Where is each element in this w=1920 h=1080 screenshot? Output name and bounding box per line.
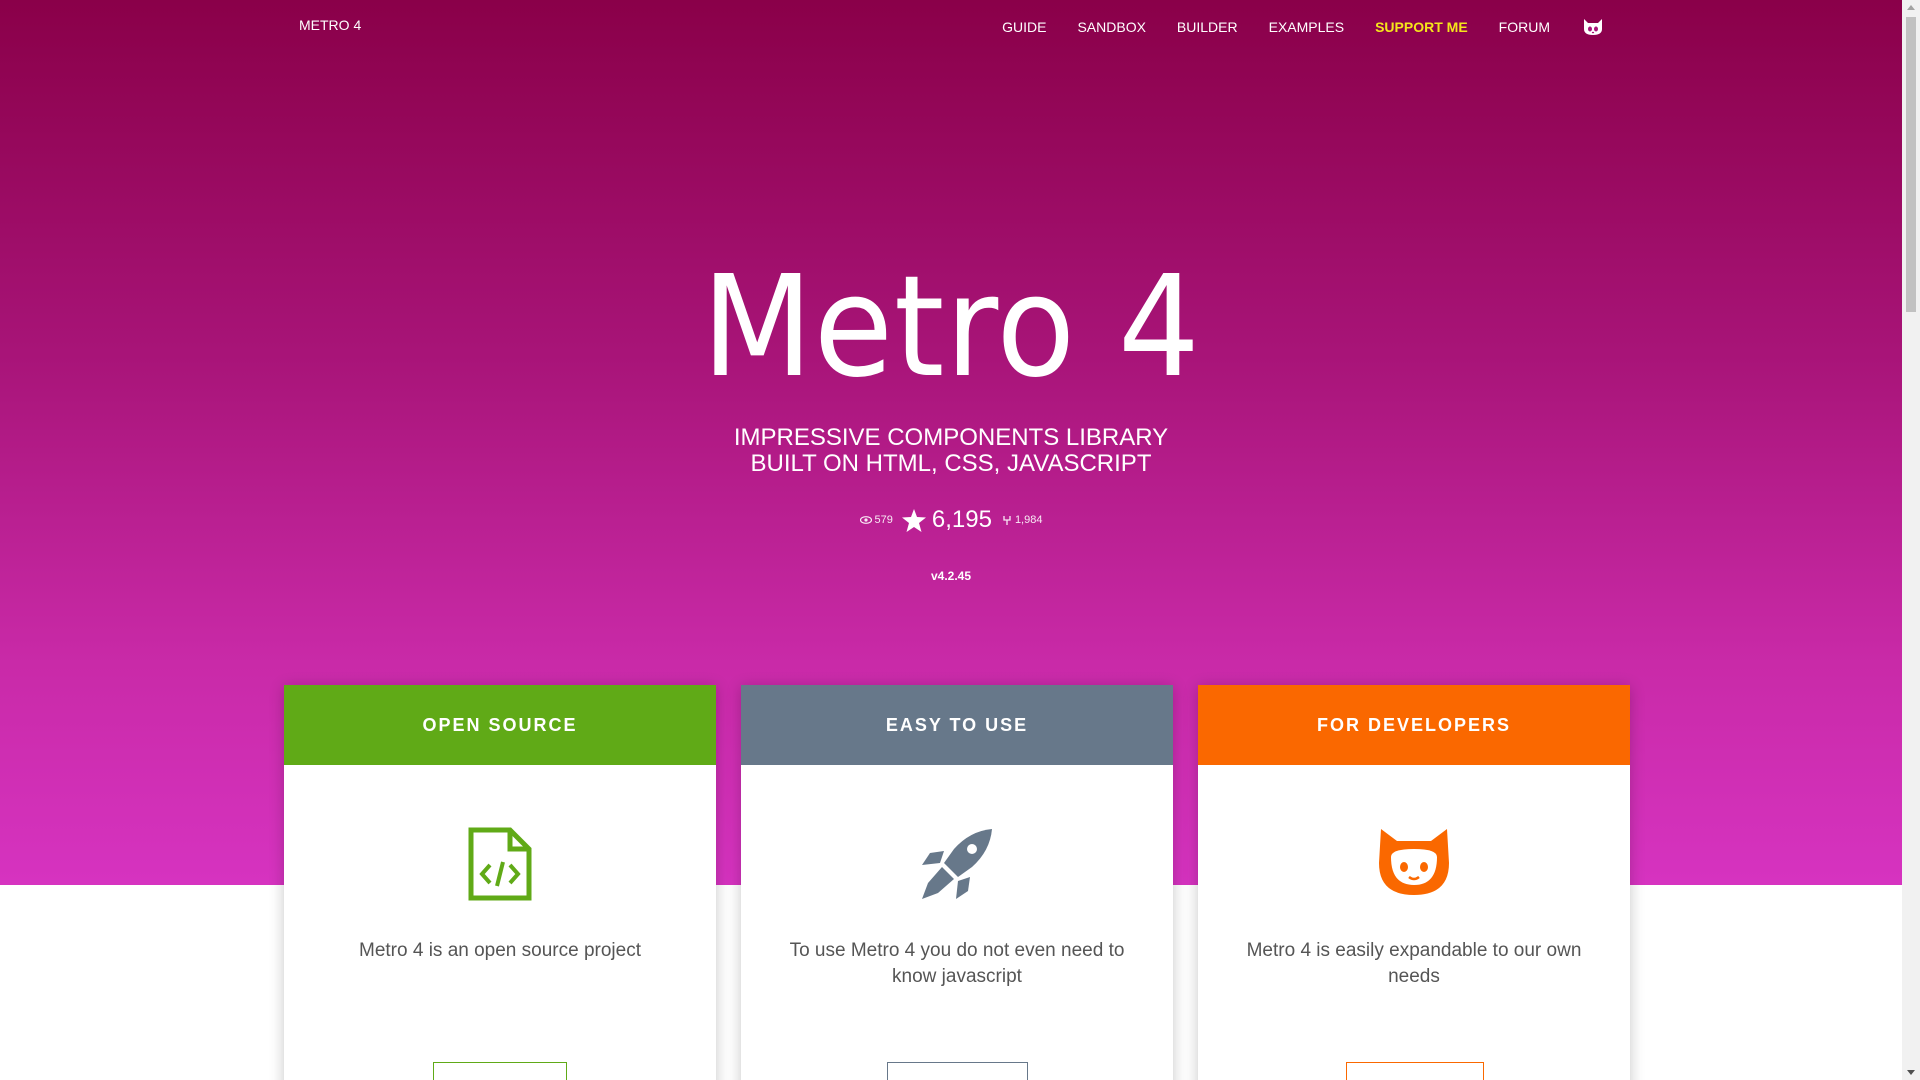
fork-icon (1002, 515, 1012, 526)
nav-examples[interactable]: EXAMPLES (1269, 19, 1344, 35)
card-description: Metro 4 is an open source project (359, 940, 641, 961)
hero-subtitle: IMPRESSIVE COMPONENTS LIBRARY BUILT ON H… (0, 425, 1902, 477)
github-icon[interactable] (1582, 17, 1604, 37)
scroll-up-arrow[interactable] (1907, 5, 1915, 10)
watchers-count: 579 (874, 514, 893, 526)
card-description: To use Metro 4 you do not even need to k… (789, 940, 1125, 987)
card-easy-to-use: EASY TO USE To use Metro 4 you do not ev… (741, 685, 1173, 1080)
main-nav: GUIDE SANDBOX BUILDER EXAMPLES SUPPORT M… (971, 17, 1604, 37)
hero-title: Metro 4 (0, 248, 1902, 408)
card-button[interactable] (1346, 1062, 1484, 1080)
hero-title-text: Metro 4 (701, 246, 1201, 409)
github-icon (1198, 827, 1630, 897)
card-header: OPEN SOURCE (284, 685, 716, 765)
star-icon (901, 508, 926, 532)
scroll-thumb[interactable] (1906, 17, 1916, 312)
scroll-down-arrow[interactable] (1907, 1070, 1915, 1075)
eye-icon (859, 516, 872, 524)
code-file-icon (284, 827, 716, 901)
nav-support-me[interactable]: SUPPORT ME (1375, 19, 1468, 35)
nav-guide[interactable]: GUIDE (1002, 19, 1046, 35)
card-description: Metro 4 is easily expandable to our own … (1246, 940, 1582, 987)
nav-sandbox[interactable]: SANDBOX (1077, 19, 1145, 35)
version-label: v4.2.45 (930, 569, 972, 583)
forks-count: 1,984 (1014, 514, 1043, 526)
subtitle-line-2: BUILT ON HTML, CSS, JAVASCRIPT (750, 450, 1152, 477)
card-for-developers: FOR DEVELOPERS Metro 4 is easily expanda… (1198, 685, 1630, 1080)
subtitle-line-1: IMPRESSIVE COMPONENTS LIBRARY (733, 424, 1169, 451)
card-button[interactable] (433, 1062, 567, 1080)
card-header: EASY TO USE (741, 685, 1173, 765)
stars-count[interactable]: 6,195 (932, 506, 992, 534)
scrollbar[interactable] (1902, 0, 1920, 1080)
rocket-icon (741, 827, 1173, 901)
watchers-stat[interactable]: 579 (859, 514, 893, 526)
nav-builder[interactable]: BUILDER (1177, 19, 1238, 35)
brand-link[interactable]: METRO 4 (299, 17, 361, 33)
github-stats: 579 6,195 1,984 (0, 506, 1902, 534)
card-open-source: OPEN SOURCE Metro 4 is an open source pr… (284, 685, 716, 1080)
nav-forum[interactable]: FORUM (1499, 19, 1550, 35)
card-button[interactable] (887, 1062, 1028, 1080)
card-header: FOR DEVELOPERS (1198, 685, 1630, 765)
forks-stat[interactable]: 1,984 (1002, 514, 1043, 526)
